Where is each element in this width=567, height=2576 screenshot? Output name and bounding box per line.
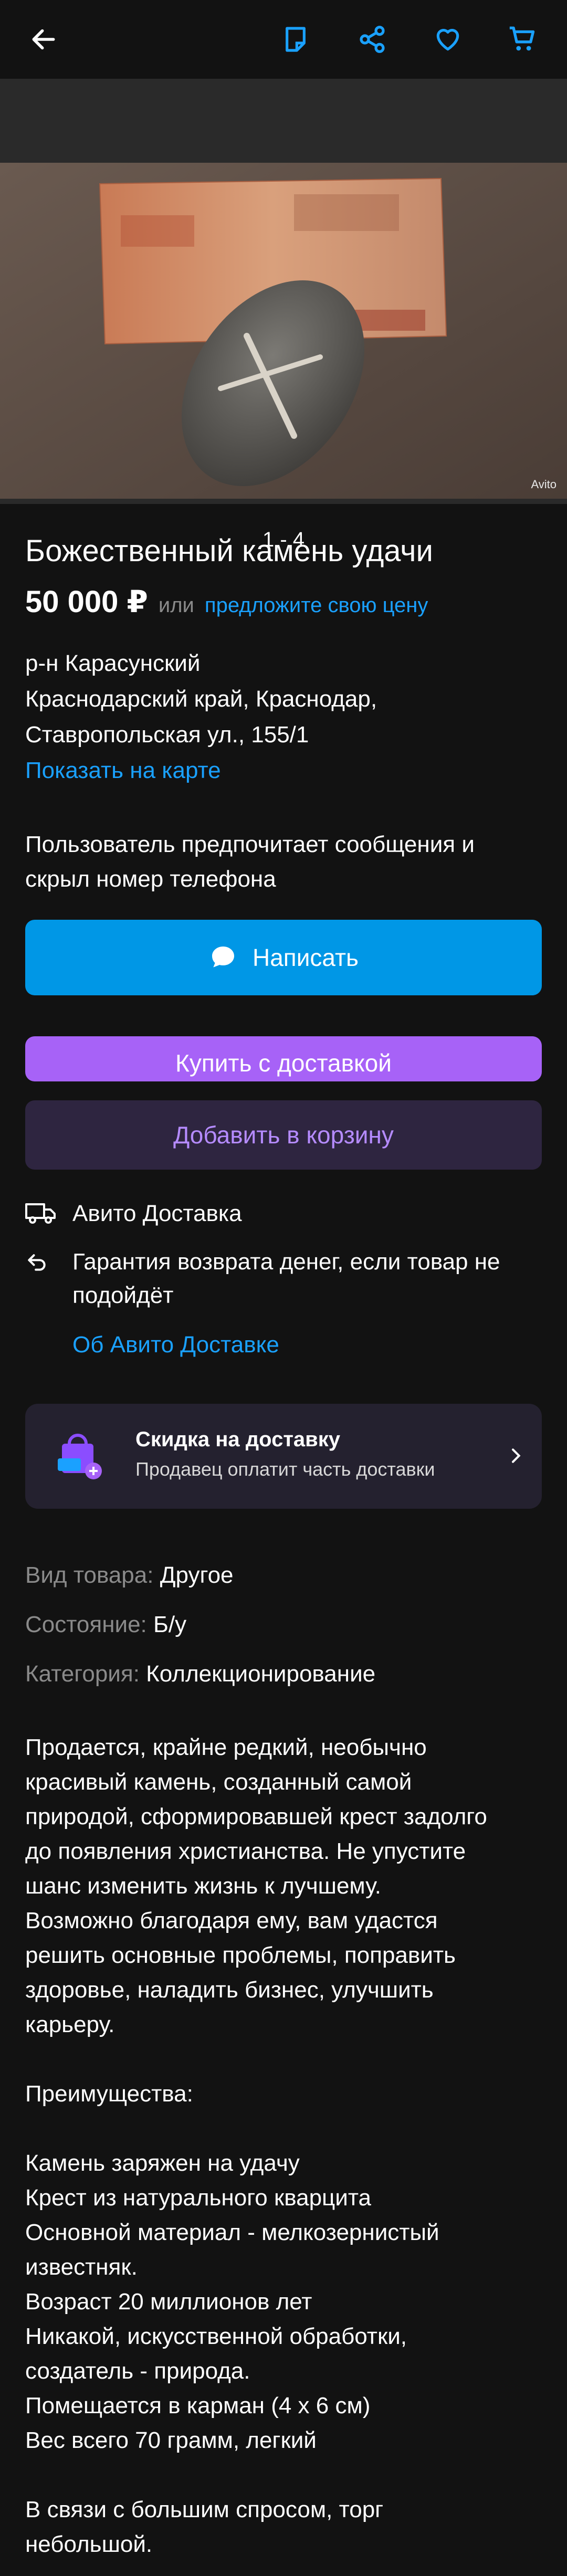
- address-block: р-н Карасунский Краснодарский край, Крас…: [25, 646, 542, 788]
- spec-value: Коллекционирование: [146, 1661, 376, 1687]
- spec-key: Категория:: [25, 1661, 140, 1687]
- chat-bubble-icon: [212, 947, 234, 968]
- price-line: 50 000 ₽ или предложите свою цену: [25, 584, 542, 619]
- write-button-label: Написать: [252, 944, 359, 971]
- spec-value: Б/у: [153, 1612, 187, 1637]
- spec-item-type: Вид товара: Другое: [25, 1562, 234, 1589]
- address-street: Ставропольская ул., 155/1: [25, 722, 309, 748]
- price: 50 000 ₽: [25, 585, 148, 619]
- truck-icon: [25, 1197, 57, 1231]
- banknote-and-stone-image: [0, 163, 567, 499]
- spec-key: Вид товара:: [25, 1562, 154, 1588]
- spec-item-condition: Состояние: Б/у: [25, 1612, 186, 1638]
- description-paragraph-intro: Продается, крайне редкий, необычно краси…: [25, 1734, 487, 2037]
- address-district: р-н Карасунский: [25, 650, 201, 676]
- heart-icon[interactable]: [429, 21, 466, 58]
- add-to-cart-button[interactable]: Добавить в корзину: [25, 1100, 542, 1170]
- chevron-right-icon: [512, 1448, 521, 1463]
- buy-with-delivery-button[interactable]: Купить с доставкой: [25, 1036, 542, 1081]
- delivery-discount-banner[interactable]: Скидка на доставку Продавец оплатит част…: [25, 1404, 542, 1509]
- guarantee-text: Гарантия возврата денег, если товар не п…: [72, 1249, 500, 1308]
- watermark: Avito: [531, 478, 556, 491]
- listing-title: Божественный камень удачи: [25, 534, 433, 568]
- description-paragraph-advantages: Камень заряжен на удачу Крест из натурал…: [25, 2150, 439, 2453]
- contact-preference: Пользователь предпочитает сообщения и ск…: [25, 832, 475, 892]
- address-region: Краснодарский край, Краснодар,: [25, 686, 377, 712]
- delivery-service-label: Авито Доставка: [72, 1201, 242, 1226]
- description-paragraph-bargain: В связи с большим спросом, торг небольшо…: [25, 2497, 384, 2557]
- offer-price-link[interactable]: предложите свою цену: [205, 594, 428, 617]
- promo-title: Скидка на доставку: [135, 1428, 341, 1451]
- cart-button-label: Добавить в корзину: [173, 1121, 394, 1149]
- return-arrow-icon: [25, 1245, 57, 1279]
- about-delivery-link[interactable]: Об Авито Доставке: [72, 1328, 534, 1362]
- promo-subtitle: Продавец оплатит часть доставки: [135, 1458, 435, 1480]
- spec-item-category: Категория: Коллекционирование: [25, 1661, 375, 1687]
- top-bar: [0, 0, 567, 79]
- listing-photo[interactable]: Avito: [0, 163, 567, 499]
- description-paragraph-advantages-title: Преимущества:: [25, 2081, 193, 2107]
- spec-value: Другое: [160, 1562, 234, 1588]
- or-text: или: [158, 594, 194, 617]
- spec-key: Состояние:: [25, 1612, 147, 1637]
- note-icon[interactable]: [277, 21, 314, 58]
- share-icon[interactable]: [354, 21, 391, 58]
- cart-icon[interactable]: [504, 21, 541, 58]
- shopping-bag-icon: [58, 1434, 102, 1479]
- photo-gallery[interactable]: Avito 1 - 4: [0, 79, 567, 559]
- buy-button-label: Купить с доставкой: [175, 1049, 392, 1077]
- show-on-map-link[interactable]: Показать на карте: [25, 753, 542, 788]
- description: Продается, крайне редкий, необычно краси…: [25, 1730, 542, 2562]
- write-message-button[interactable]: Написать: [25, 920, 542, 995]
- back-arrow-icon[interactable]: [25, 21, 62, 58]
